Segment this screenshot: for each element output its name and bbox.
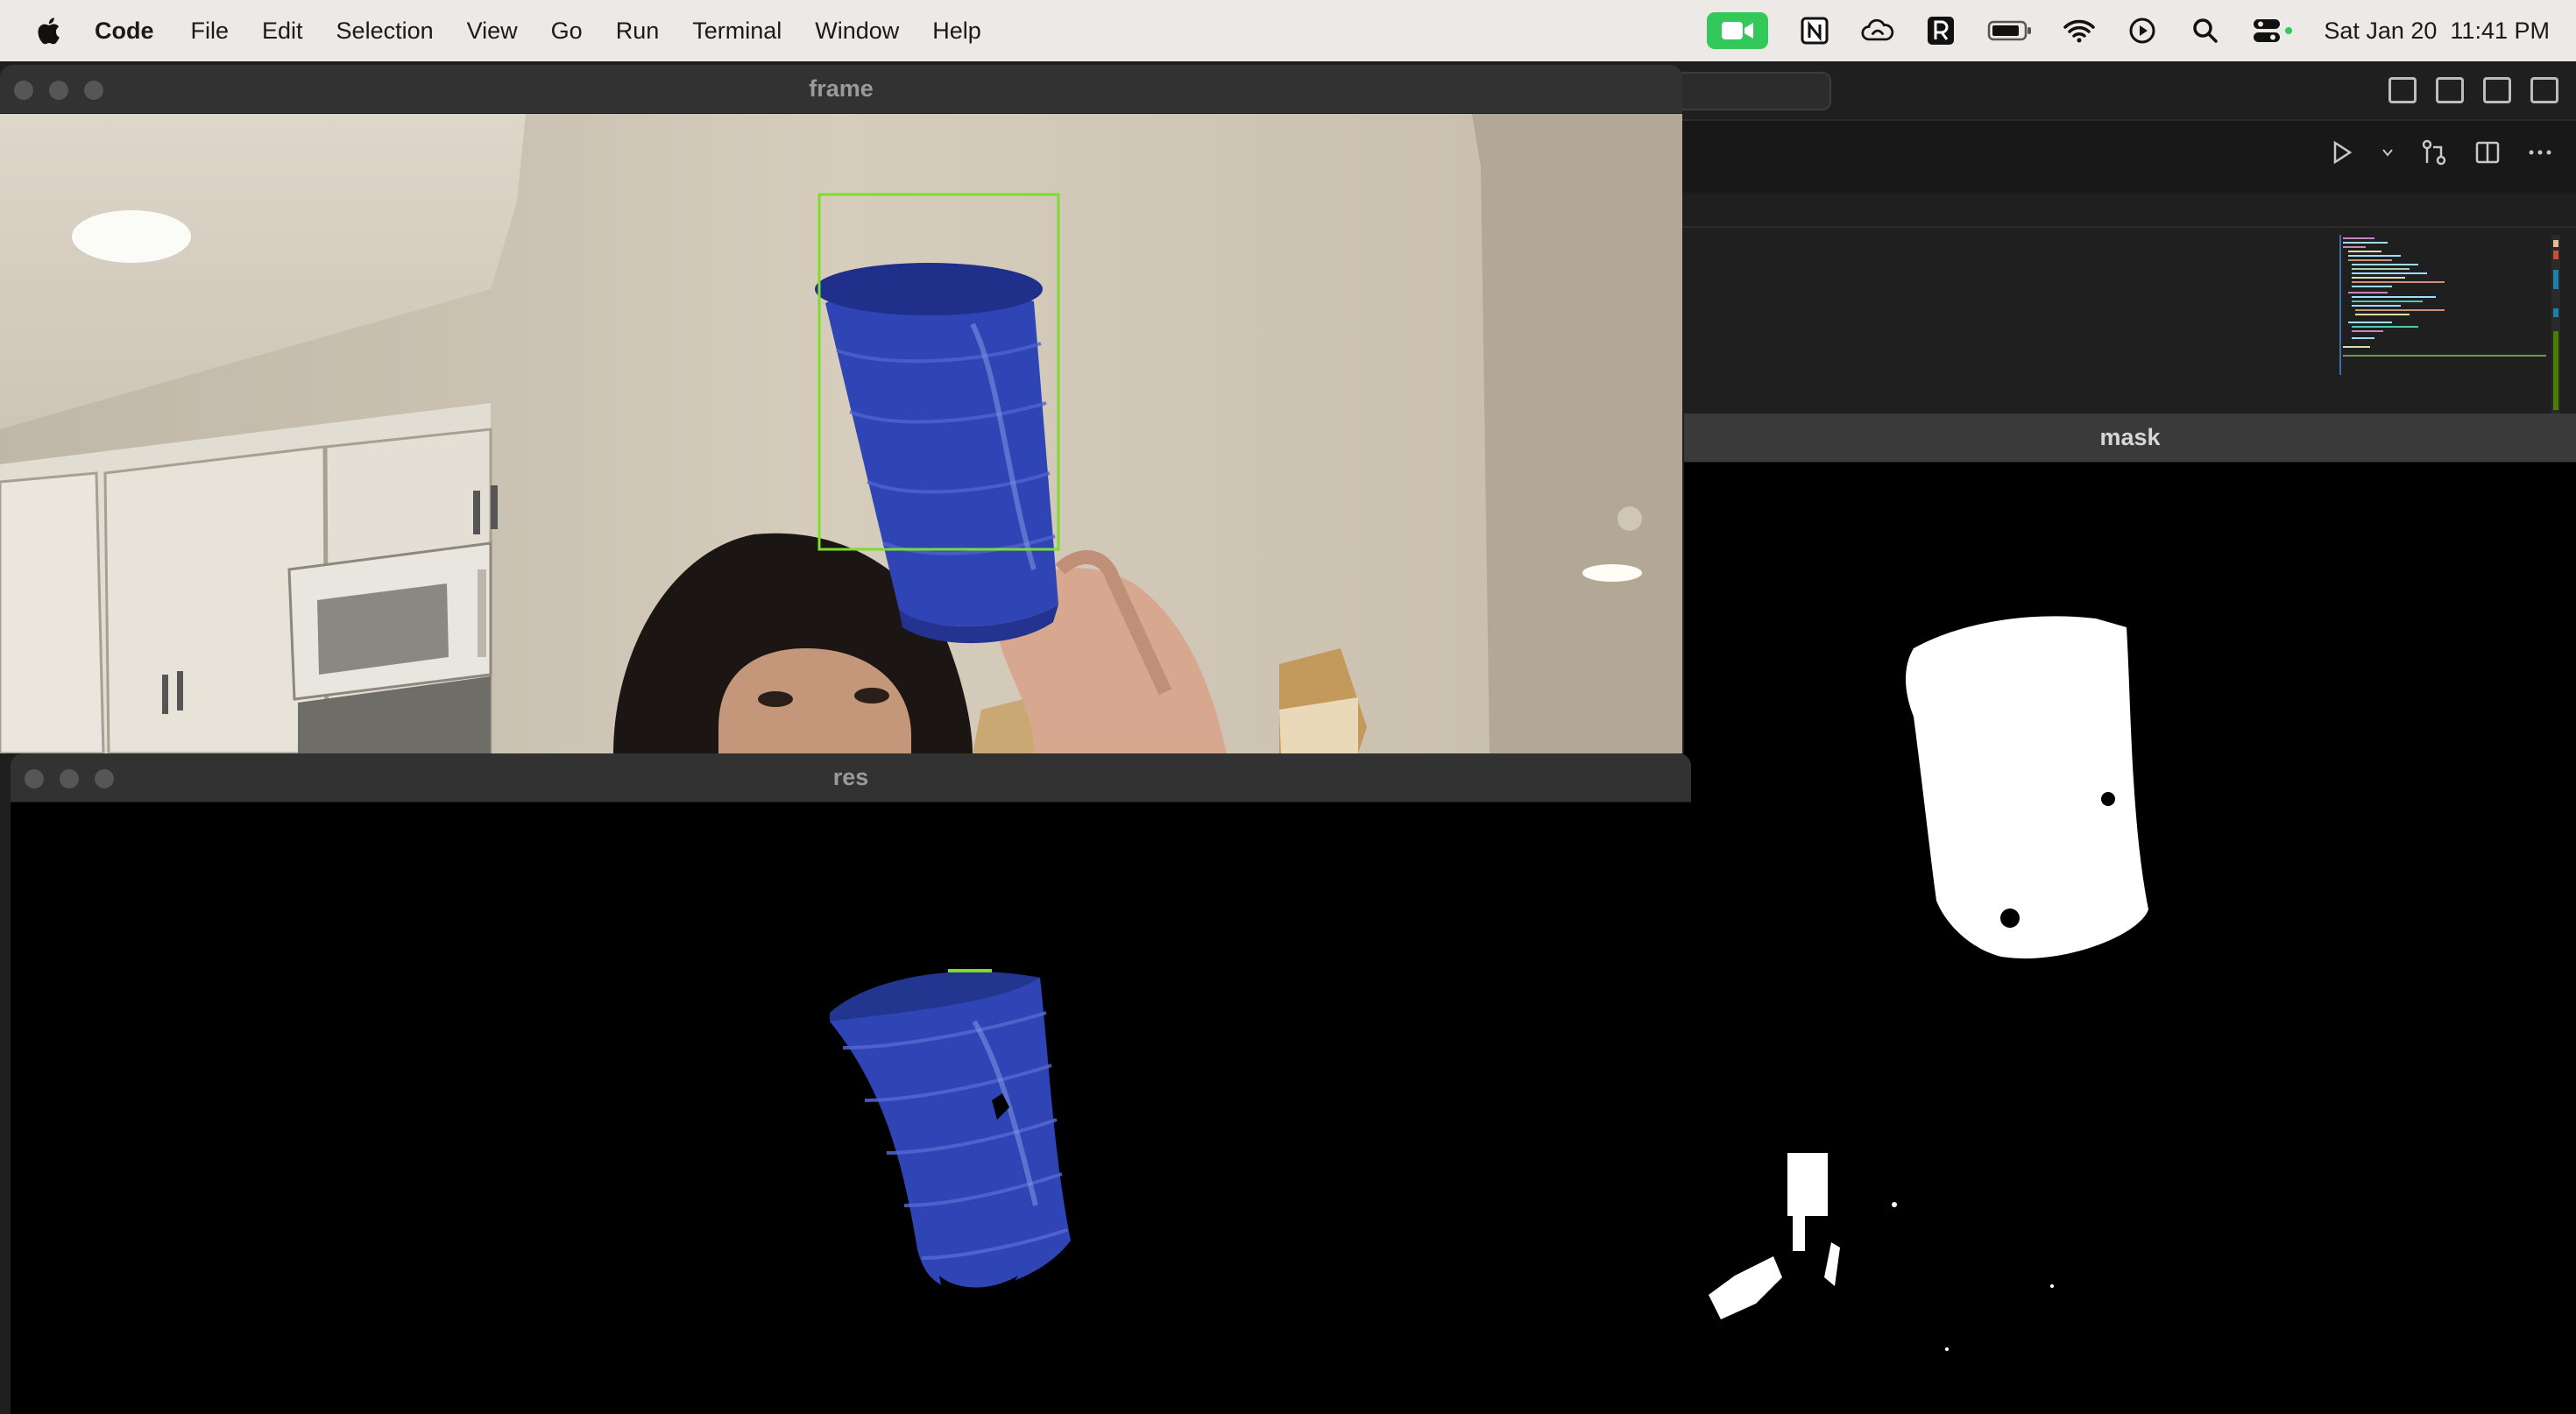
close-button[interactable] [25, 769, 44, 788]
res-view [11, 802, 1691, 1414]
menu-edit[interactable]: Edit [262, 18, 303, 45]
close-button[interactable] [14, 81, 33, 100]
toggle-panel-icon[interactable] [2436, 77, 2464, 103]
menu-help[interactable]: Help [932, 18, 981, 45]
menu-window[interactable]: Window [815, 18, 899, 45]
notion-icon[interactable] [1798, 14, 1831, 47]
mask-window[interactable]: mask [1684, 414, 2576, 1414]
play-circle-icon[interactable] [2126, 14, 2159, 47]
wifi-icon[interactable] [2063, 14, 2096, 47]
split-editor-icon[interactable] [2474, 139, 2501, 166]
toggle-secondary-sidebar-icon[interactable] [2483, 77, 2511, 103]
menu-run[interactable]: Run [616, 18, 660, 45]
toggle-primary-sidebar-icon[interactable] [2388, 77, 2417, 103]
clock[interactable]: Sat Jan 20 11:41 PM [2324, 18, 2550, 45]
menu-file[interactable]: File [191, 18, 230, 45]
editor-actions [2329, 138, 2553, 166]
frame-window[interactable]: frame [0, 65, 1682, 753]
menu-view[interactable]: View [467, 18, 518, 45]
minimize-button[interactable] [49, 81, 68, 100]
open-changes-icon[interactable] [2420, 138, 2448, 166]
chevron-down-icon[interactable] [2381, 148, 2394, 157]
res-window[interactable]: res [11, 753, 1691, 1414]
frame-window-title: frame [809, 75, 874, 102]
res-window-titlebar[interactable]: res [11, 753, 1691, 802]
mask-window-title: mask [2099, 424, 2161, 450]
res-masked-image [11, 802, 1691, 1414]
mask-view [1684, 463, 2576, 1414]
minimize-button[interactable] [60, 769, 79, 788]
clock-date: Sat Jan 20 [2324, 17, 2438, 44]
frame-window-titlebar[interactable]: frame [0, 65, 1682, 114]
run-python-icon[interactable] [2329, 139, 2355, 166]
recall-r-icon[interactable] [1924, 14, 1957, 47]
menu-selection[interactable]: Selection [336, 18, 434, 45]
mask-window-titlebar[interactable]: mask [1684, 414, 2576, 463]
status-area: Sat Jan 20 11:41 PM [1707, 0, 2550, 61]
res-window-controls [25, 769, 114, 788]
menu-go[interactable]: Go [551, 18, 583, 45]
creative-cloud-icon[interactable] [1861, 14, 1894, 47]
webcam-frame-image [0, 114, 1682, 753]
minimap[interactable] [2339, 235, 2550, 375]
frame-window-controls [14, 81, 103, 100]
layout-controls [2388, 77, 2558, 103]
menu-app-name[interactable]: Code [95, 18, 154, 45]
facetime-camera-icon[interactable] [1707, 12, 1769, 49]
apple-logo-icon[interactable] [35, 16, 61, 46]
overview-ruler [2551, 235, 2560, 419]
mask-image [1684, 463, 2576, 1414]
clock-time: 11:41 PM [2450, 17, 2550, 44]
menu-terminal[interactable]: Terminal [692, 18, 782, 45]
more-actions-icon[interactable] [2527, 139, 2553, 166]
control-center-icon[interactable] [2252, 14, 2294, 47]
frame-view [0, 114, 1682, 753]
battery-icon[interactable] [1987, 14, 2033, 47]
res-window-title: res [832, 764, 869, 790]
spotlight-search-icon[interactable] [2189, 14, 2222, 47]
customize-layout-icon[interactable] [2530, 77, 2558, 103]
zoom-button[interactable] [84, 81, 103, 100]
zoom-button[interactable] [95, 769, 114, 788]
menu-bar: Code File Edit Selection View Go Run Ter… [0, 0, 2576, 61]
